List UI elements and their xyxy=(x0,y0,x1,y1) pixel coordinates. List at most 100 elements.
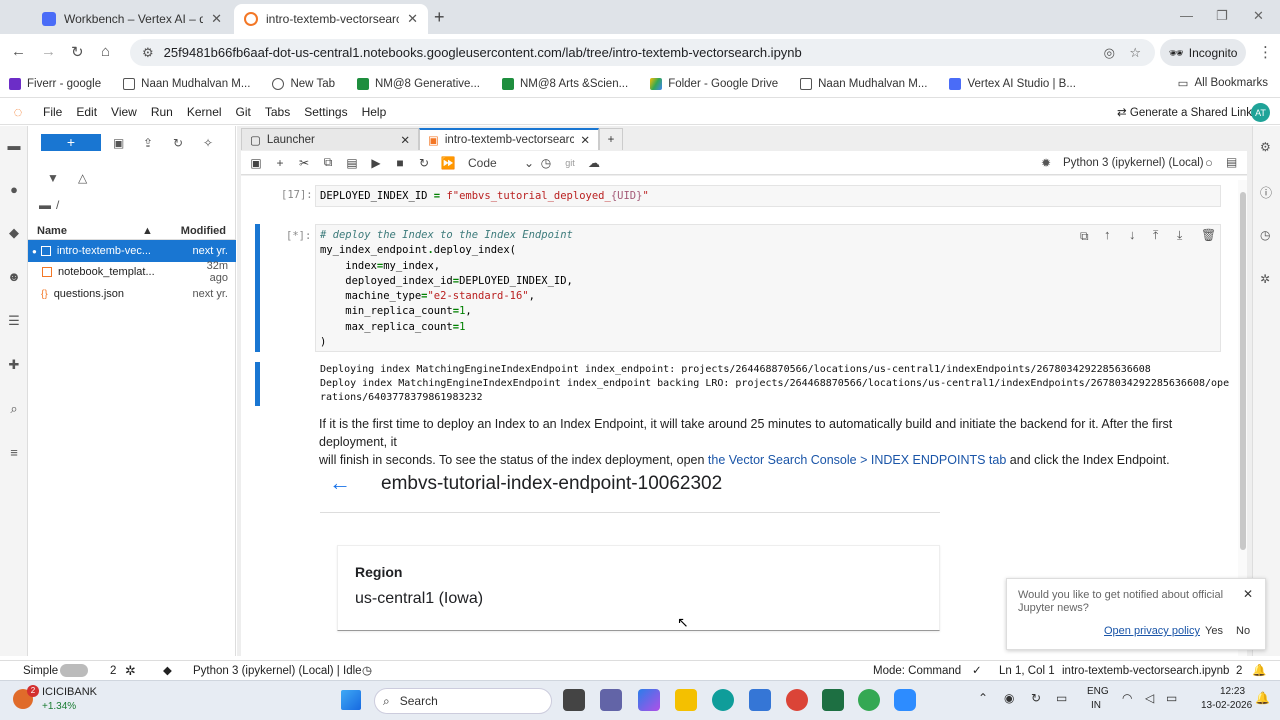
kernel-status[interactable]: Python 3 (ipykernel) (Local) | Idle xyxy=(193,665,362,677)
bookmark-item[interactable]: NM@8 Generative... xyxy=(357,77,480,90)
generate-shared-link-button[interactable]: ⇄ Generate a Shared Link xyxy=(1117,105,1252,119)
new-tab-button[interactable]: + xyxy=(434,7,445,28)
incognito-badge[interactable]: 🕶 Incognito xyxy=(1160,39,1246,66)
wifi-icon[interactable]: ◠ xyxy=(1122,691,1132,705)
battery-icon[interactable]: ▭ xyxy=(1166,691,1177,705)
bell-icon[interactable]: 🔔 xyxy=(1252,663,1266,677)
tab-notebook[interactable]: ▣ intro-textemb-vectorsearch.ip ✕ xyxy=(419,128,599,150)
property-inspector-icon[interactable]: ⚙ xyxy=(1260,140,1271,154)
menu-kernel[interactable]: Kernel xyxy=(180,105,229,119)
sort-icon[interactable]: △ xyxy=(78,171,87,185)
outlook-icon[interactable] xyxy=(749,689,771,711)
run-icon[interactable]: ▶ xyxy=(364,156,388,170)
cell-type-select[interactable]: Code ⌄ xyxy=(460,156,534,170)
git-clone-icon[interactable]: ✧ xyxy=(203,136,213,150)
maximize-icon[interactable]: ❐ xyxy=(1216,8,1228,24)
chevron-up-icon[interactable]: ⌃ xyxy=(978,691,988,705)
filter-icon[interactable]: ▼ xyxy=(47,171,59,185)
git-diff-icon[interactable]: git xyxy=(558,158,582,168)
close-icon[interactable]: ✕ xyxy=(400,133,410,147)
bookmark-item[interactable]: Fiverr - google xyxy=(9,77,101,90)
move-down-icon[interactable]: ↓ xyxy=(1129,227,1136,242)
chat-icon[interactable]: ▭ xyxy=(1056,691,1067,705)
browser-tab-workbench[interactable]: Workbench – Vertex AI – qwikla ✕ xyxy=(32,4,232,34)
fast-forward-icon[interactable]: ⏩ xyxy=(436,156,460,170)
volume-icon[interactable]: ◁ xyxy=(1145,691,1154,705)
bookmark-item[interactable]: Vertex AI Studio | B... xyxy=(949,77,1076,90)
extension-icon[interactable]: ✚ xyxy=(5,357,23,375)
task-view-icon[interactable] xyxy=(563,689,585,711)
clock-date[interactable]: 13-02-2026 xyxy=(1201,700,1252,711)
code-cell[interactable]: DEPLOYED_INDEX_ID = f"embvs_tutorial_dep… xyxy=(315,185,1221,207)
cloud-icon[interactable]: ☁ xyxy=(582,156,606,170)
search-icon[interactable]: ⌕ xyxy=(5,401,23,419)
home-icon[interactable]: ⌂ xyxy=(101,43,110,60)
restart-icon[interactable]: ↻ xyxy=(412,156,436,170)
site-info-icon[interactable]: ⚙ xyxy=(142,45,154,61)
minimize-icon[interactable]: — xyxy=(1180,8,1193,23)
history-icon[interactable]: ◷ xyxy=(1260,228,1270,242)
output-marker[interactable] xyxy=(255,362,260,406)
spellcheck-icon[interactable]: ✓ xyxy=(972,663,982,677)
taskbar-search[interactable]: ⌕ Search xyxy=(374,688,552,714)
close-icon[interactable]: ✕ xyxy=(580,133,590,147)
property-inspector-icon[interactable]: ▤ xyxy=(1226,155,1237,169)
edge-icon[interactable] xyxy=(712,689,734,711)
debugger-icon[interactable]: ✲ xyxy=(1260,272,1270,286)
column-modified[interactable]: Modified xyxy=(172,225,236,237)
paste-icon[interactable]: ▤ xyxy=(340,156,364,170)
zoom-icon[interactable] xyxy=(894,689,916,711)
insert-below-icon[interactable]: ⤓ xyxy=(1177,228,1182,243)
delete-cell-icon[interactable]: 🗑 xyxy=(1201,228,1216,242)
close-window-icon[interactable]: ✕ xyxy=(1253,8,1264,24)
scrollbar-thumb[interactable] xyxy=(1240,192,1246,550)
cursor-position[interactable]: Ln 1, Col 1 xyxy=(999,665,1055,677)
back-icon[interactable]: ← xyxy=(11,43,26,60)
bookmark-item[interactable]: Naan Mudhalvan M... xyxy=(123,77,250,90)
gear-icon[interactable]: ✲ xyxy=(125,663,136,679)
browser-tab-notebook[interactable]: intro-textemb-vectorsearch.ipyn ✕ xyxy=(234,4,428,34)
sync-icon[interactable]: ↻ xyxy=(1031,691,1041,705)
all-bookmarks-button[interactable]: ▭ All Bookmarks xyxy=(1178,76,1268,90)
star-icon[interactable]: ☆ xyxy=(1129,45,1141,61)
move-up-icon[interactable]: ↑ xyxy=(1104,227,1111,242)
menu-settings[interactable]: Settings xyxy=(297,105,354,119)
menu-file[interactable]: File xyxy=(36,105,69,119)
bookmark-item[interactable]: New Tab xyxy=(272,77,335,90)
forward-icon[interactable]: → xyxy=(41,43,56,60)
file-explorer-icon[interactable] xyxy=(675,689,697,711)
cut-icon[interactable]: ✂ xyxy=(292,156,316,170)
breadcrumb[interactable]: / xyxy=(56,198,59,212)
bookmark-item[interactable]: NM@8 Arts &Scien... xyxy=(502,77,628,90)
file-row[interactable]: notebook_templat... 32m ago xyxy=(28,260,236,284)
new-folder-icon[interactable]: ▣ xyxy=(113,136,124,150)
yes-button[interactable]: Yes xyxy=(1205,625,1223,637)
copy-icon[interactable]: ⧉ xyxy=(316,155,340,170)
url-input[interactable]: ⚙ 25f9481b66fb6aaf-dot-us-central1.noteb… xyxy=(130,39,1155,66)
browser-menu-icon[interactable]: ⋮ xyxy=(1258,43,1273,61)
git-status-icon[interactable]: ◆ xyxy=(163,663,172,677)
new-launcher-button[interactable]: + xyxy=(41,134,101,151)
menu-git[interactable]: Git xyxy=(229,105,258,119)
region-code[interactable]: IN xyxy=(1091,700,1101,711)
clock-time[interactable]: 12:23 xyxy=(1220,686,1245,697)
save-icon[interactable]: ▣ xyxy=(244,156,268,170)
chrome-incognito-icon[interactable] xyxy=(858,689,880,711)
menu-view[interactable]: View xyxy=(104,105,144,119)
upload-icon[interactable]: ⇪ xyxy=(143,136,153,150)
windows-start-icon[interactable] xyxy=(341,690,361,710)
menu-edit[interactable]: Edit xyxy=(69,105,104,119)
close-tab-icon[interactable]: ✕ xyxy=(407,11,418,27)
notification-bell-icon[interactable]: 🔔 xyxy=(1255,691,1270,705)
running-icon[interactable]: ● xyxy=(5,182,23,200)
new-tab-button[interactable]: + xyxy=(599,128,623,150)
eye-off-icon[interactable]: ◎ xyxy=(1104,45,1115,61)
toc-icon[interactable]: ☰ xyxy=(5,313,23,331)
tray-icon[interactable]: ◉ xyxy=(1004,691,1014,705)
clock-icon[interactable]: ◷ xyxy=(534,156,558,170)
column-name[interactable]: Name xyxy=(28,225,142,237)
file-row[interactable]: {} questions.json next yr. xyxy=(28,283,236,305)
privacy-policy-link[interactable]: Open privacy policy xyxy=(1104,625,1200,637)
close-tab-icon[interactable]: ✕ xyxy=(211,11,222,27)
kernel-name[interactable]: Python 3 (ipykernel) (Local) xyxy=(1063,157,1204,169)
